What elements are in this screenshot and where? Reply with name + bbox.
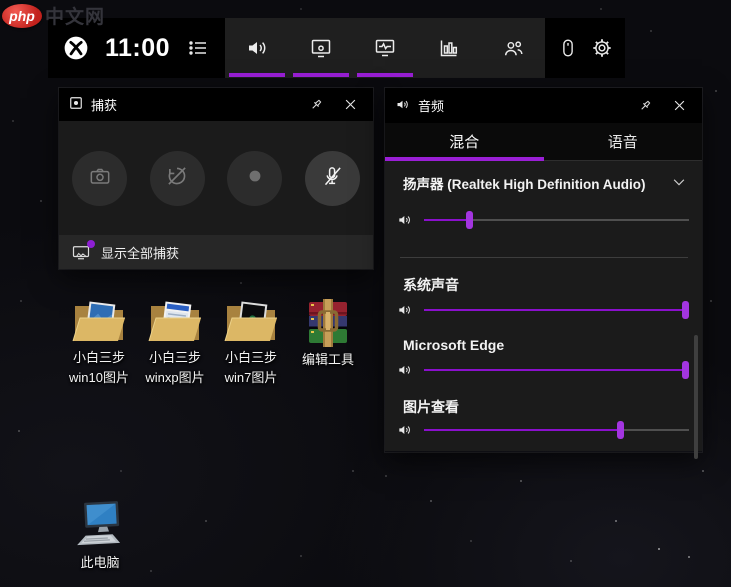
pin-icon[interactable]	[303, 92, 329, 118]
mic-muted-icon	[319, 163, 345, 194]
record-button[interactable]	[227, 150, 283, 206]
close-icon[interactable]	[337, 92, 363, 118]
chevron-down-icon	[670, 173, 688, 194]
close-icon[interactable]	[666, 93, 692, 119]
php-logo: php	[2, 3, 42, 28]
photos-volume-label: 图片查看	[403, 399, 459, 415]
capture-title: 捕获	[91, 98, 118, 113]
microphone-toggle-button[interactable]	[304, 150, 360, 206]
tab-mix-label: 混合	[449, 134, 480, 151]
tab-voice[interactable]: 语音	[544, 123, 703, 160]
audio-widget-button[interactable]	[225, 18, 289, 78]
photos-volume-row	[396, 420, 689, 440]
pin-icon[interactable]	[632, 93, 658, 119]
capture-widget-panel: 捕获 显示全部捕获	[59, 88, 373, 269]
folder-icon	[224, 301, 277, 342]
audio-body: 扬声器 (Realtek High Definition Audio) 系统声音	[385, 161, 702, 459]
desktop-icon-win10-pics[interactable]: 小白三步 win10图片	[60, 297, 138, 388]
scrollbar[interactable]	[694, 335, 698, 459]
divider	[400, 257, 688, 258]
xbox-logo[interactable]	[63, 35, 89, 61]
slider-handle[interactable]	[681, 301, 689, 319]
this-pc-icon	[77, 501, 121, 546]
speaker-icon	[396, 302, 416, 318]
speaker-icon	[395, 97, 410, 115]
screenshot-button[interactable]	[72, 150, 127, 206]
edge-volume-slider[interactable]	[424, 360, 689, 380]
record-icon	[242, 163, 268, 194]
master-volume-slider[interactable]	[424, 210, 689, 230]
master-volume-row	[396, 210, 689, 230]
photos-volume-slider[interactable]	[424, 420, 689, 440]
record-last-icon	[164, 163, 190, 194]
icon-label: 此电脑	[80, 555, 120, 570]
desktop-icon-win7-pics[interactable]: 小白三步 win7图片	[212, 297, 290, 388]
widget-menu-icon[interactable]	[186, 36, 210, 60]
mouse-icon[interactable]	[557, 37, 579, 59]
winrar-icon	[309, 299, 347, 347]
tab-mix[interactable]: 混合	[385, 123, 544, 161]
show-all-captures-button[interactable]: 显示全部捕获	[59, 235, 373, 269]
folder-icon	[148, 301, 201, 342]
social-widget-button[interactable]	[481, 18, 545, 78]
icon-label: 小白三步 win10图片	[69, 350, 129, 385]
slider-handle[interactable]	[465, 211, 473, 229]
speaker-icon	[396, 422, 416, 438]
broadcast-widget-button[interactable]	[353, 18, 417, 78]
audio-widget-panel: 音频 混合 语音 扬声器 (Realtek High Definition Au…	[385, 88, 702, 459]
desktop-screen: php 中文网 11:00 捕获 显示全部捕获 音频 混合 语音 扬声器 (Re…	[0, 0, 731, 587]
captures-gallery-icon	[72, 240, 95, 260]
watermark-site-text: 中文网	[45, 7, 106, 28]
record-last-button[interactable]	[149, 150, 205, 206]
edge-volume-label: Microsoft Edge	[403, 337, 505, 353]
gamebar-widget-buttons	[225, 18, 545, 78]
camera-icon	[87, 163, 113, 194]
slider-handle[interactable]	[616, 421, 624, 439]
desktop-icon-this-pc[interactable]: 此电脑	[61, 500, 139, 573]
audio-device-name: 扬声器 (Realtek High Definition Audio)	[403, 177, 646, 192]
icon-label: 小白三步 win7图片	[224, 350, 278, 385]
capture-titlebar[interactable]: 捕获	[59, 88, 373, 121]
capture-title-icon	[69, 96, 83, 113]
audio-titlebar[interactable]: 音频	[385, 88, 702, 123]
capture-buttons-row	[59, 121, 373, 235]
slider-handle[interactable]	[681, 361, 689, 379]
show-all-captures-label: 显示全部捕获	[101, 245, 180, 261]
icon-label: 小白三步 winxp图片	[145, 350, 205, 385]
desktop-icon-winxp-pics[interactable]: 小白三步 winxp图片	[136, 297, 214, 388]
system-sounds-label: 系统声音	[403, 277, 459, 293]
watermark: php 中文网	[2, 2, 105, 29]
desktop-icon-winrar[interactable]: 编辑工具	[289, 299, 367, 370]
system-sounds-row	[396, 300, 689, 320]
audio-device-dropdown[interactable]: 扬声器 (Realtek High Definition Audio)	[403, 171, 688, 195]
speaker-icon	[396, 362, 416, 378]
capture-widget-button[interactable]	[289, 18, 353, 78]
speaker-icon	[396, 212, 416, 228]
tab-voice-label: 语音	[607, 134, 638, 151]
gamebar-input-section	[545, 18, 625, 78]
new-capture-badge	[87, 240, 95, 248]
settings-gear-icon[interactable]	[591, 37, 613, 59]
clock: 11:00	[104, 33, 171, 62]
icon-label: 编辑工具	[301, 352, 354, 367]
audio-tabs: 混合 语音	[385, 123, 702, 161]
edge-volume-row	[396, 360, 689, 380]
audio-title: 音频	[418, 99, 445, 114]
performance-widget-button[interactable]	[417, 18, 481, 78]
system-sounds-slider[interactable]	[424, 300, 689, 320]
folder-icon	[72, 301, 125, 342]
